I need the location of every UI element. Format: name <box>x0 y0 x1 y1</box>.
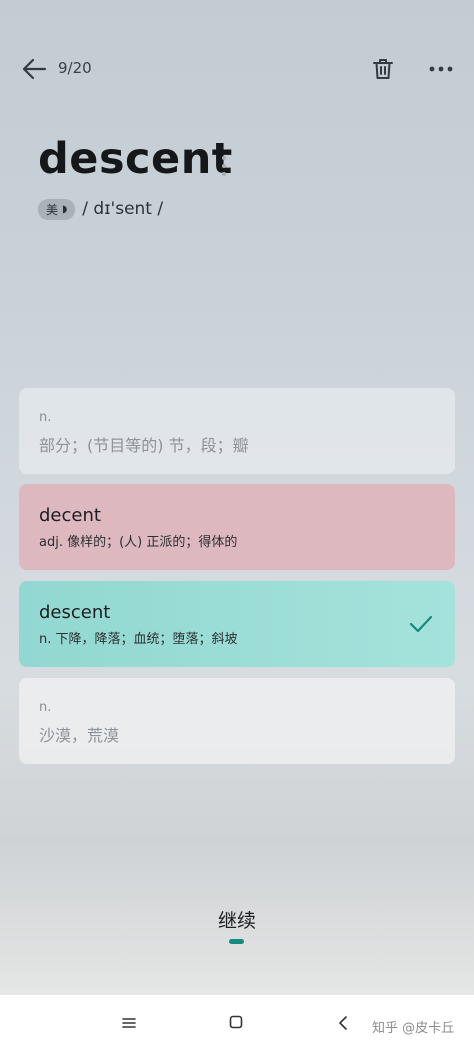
nav-back-icon[interactable] <box>337 1014 349 1032</box>
delete-button[interactable] <box>370 56 396 82</box>
home-icon[interactable] <box>229 1015 243 1029</box>
accent-label: 美 <box>46 202 59 217</box>
more-icon <box>429 66 453 72</box>
option-definition: 沙漠，荒漠 <box>39 726 120 745</box>
option-word: decent <box>39 505 101 526</box>
option-definition: n. 下降，降落；血统；堕落；斜坡 <box>39 632 238 647</box>
pronunciation-row: 美 ◗ / dɪ'sent / <box>38 198 163 220</box>
trash-icon <box>373 59 393 79</box>
phonetic-text: / dɪ'sent / <box>82 199 164 219</box>
continue-indicator <box>229 939 244 944</box>
option-definition: 部分；(节目等的) 节，段；瓣 <box>39 436 249 455</box>
watermark: 知乎 @皮卡丘 <box>372 1021 455 1036</box>
menu-icon[interactable] <box>121 1016 137 1030</box>
option-pos: n. <box>39 700 52 715</box>
top-bar: 9/20 <box>0 0 474 136</box>
sound-icon: ◗ <box>62 203 68 215</box>
option-4[interactable]: n. 沙漠，荒漠 <box>19 678 455 764</box>
continue-button[interactable]: 继续 <box>0 906 474 933</box>
word-title: descent <box>38 134 233 184</box>
progress-counter: 9/20 <box>58 59 92 77</box>
back-arrow-icon <box>22 58 47 80</box>
option-1[interactable]: n. 部分；(节目等的) 节，段；瓣 <box>19 388 455 474</box>
option-definition: adj. 像样的；(人) 正派的；得体的 <box>39 535 238 550</box>
option-3-correct[interactable]: descent n. 下降，降落；血统；堕落；斜坡 <box>19 581 455 667</box>
option-word: descent <box>39 602 111 623</box>
check-icon <box>409 615 433 633</box>
option-2-wrong[interactable]: decent adj. 像样的；(人) 正派的；得体的 <box>19 484 455 570</box>
word-quiz-screen: 9/20 descent 美 ◗ / dɪ'sent / n. 部分；(节目等的… <box>0 0 474 995</box>
option-pos: n. <box>39 410 52 425</box>
play-pronunciation-button[interactable]: 美 ◗ <box>38 198 76 220</box>
system-nav-bar: 知乎 @皮卡丘 <box>0 995 474 1053</box>
back-button[interactable] <box>20 56 50 82</box>
drag-handle-icon <box>220 156 228 178</box>
more-button[interactable] <box>428 60 454 78</box>
